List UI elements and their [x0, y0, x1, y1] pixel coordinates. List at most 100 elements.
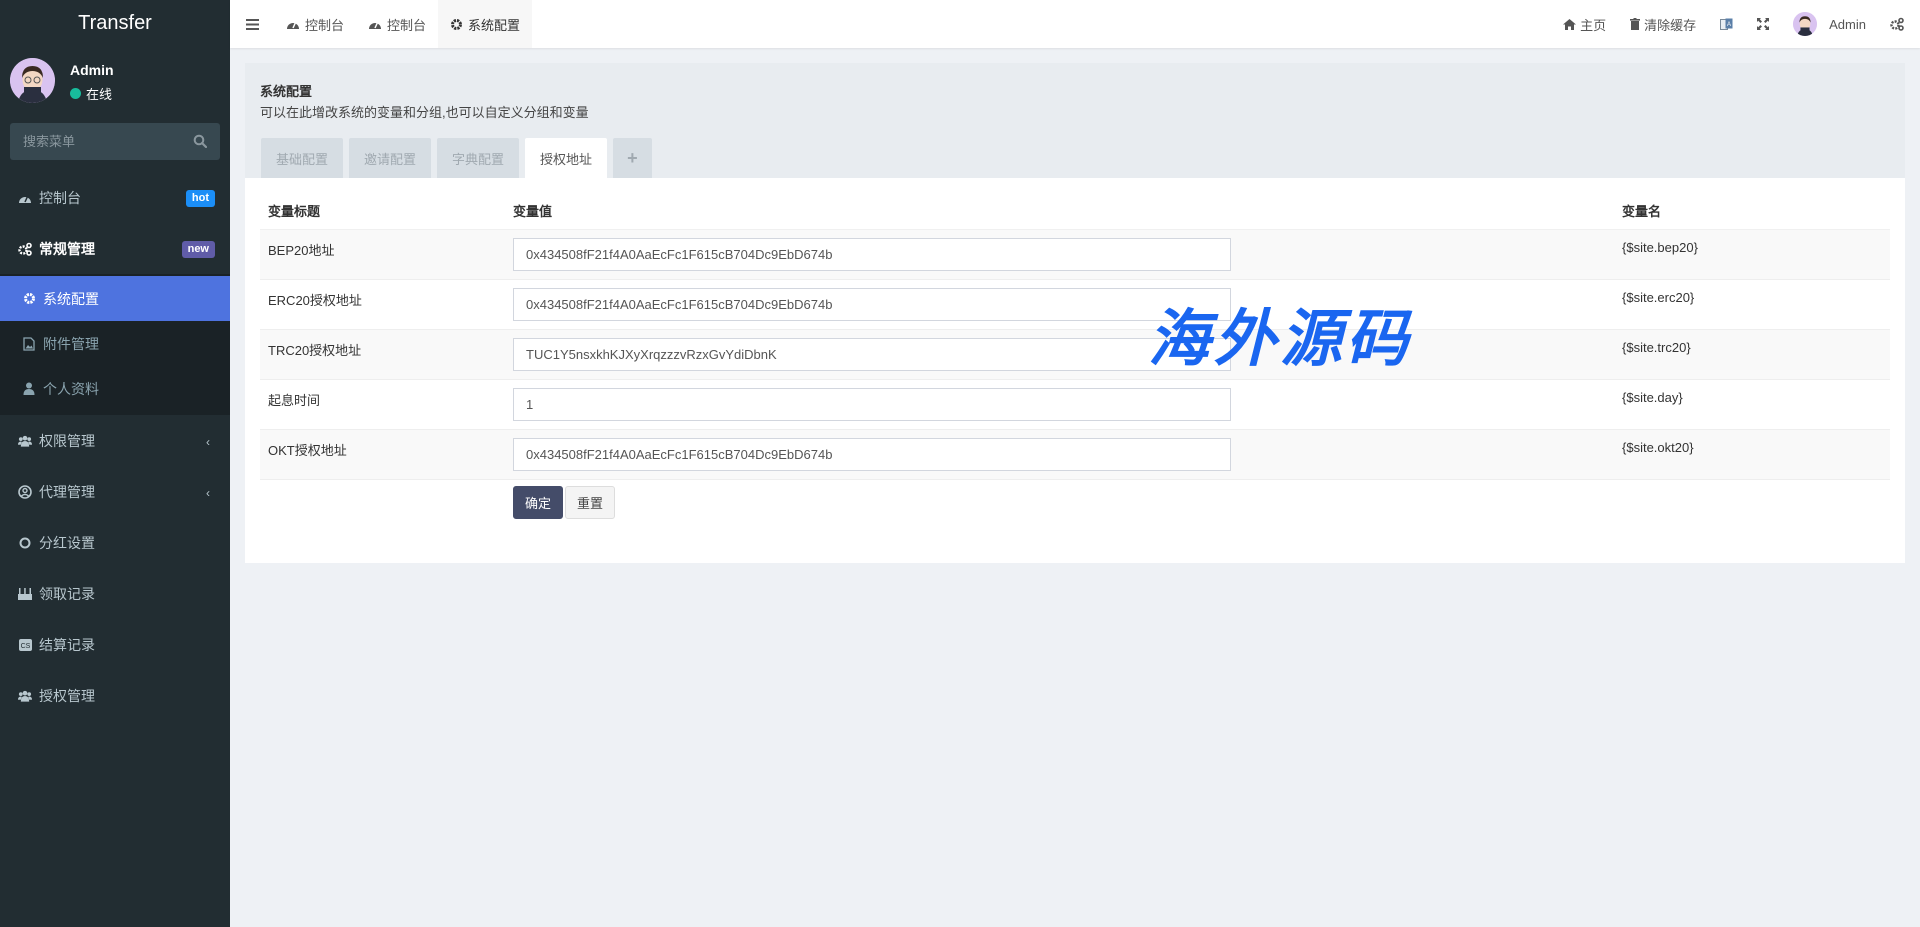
sidebar-item-label: 附件管理	[43, 335, 99, 352]
sidebar-toggle-button[interactable]	[230, 0, 274, 48]
sidebar-item-settlements[interactable]: CS 结算记录	[0, 619, 230, 670]
row-value-cell	[505, 428, 1614, 479]
row-title: TRC20授权地址	[260, 328, 505, 379]
config-tabs: 基础配置 邀请配置 字典配置 授权地址 +	[261, 138, 652, 178]
control-sidebar-button[interactable]	[1878, 0, 1920, 48]
tab-dictionary-config[interactable]: 字典配置	[437, 138, 520, 178]
status-label: 在线	[86, 87, 113, 102]
col-header-name: 变量名	[1614, 193, 1890, 230]
gear-icon	[451, 18, 463, 30]
user-icon	[22, 382, 36, 396]
clear-cache-button[interactable]: 清除缓存	[1618, 0, 1708, 48]
chevron-left-icon: ‹	[206, 486, 210, 500]
trash-icon	[1630, 18, 1641, 30]
css3-icon: CS	[18, 638, 32, 652]
sidebar-item-label: 领取记录	[39, 585, 95, 602]
tab-system-config[interactable]: 系统配置	[438, 0, 533, 48]
sidebar-item-dashboard[interactable]: 控制台 hot	[0, 172, 230, 223]
translate-icon: A	[1720, 18, 1733, 30]
okt-input[interactable]	[513, 437, 1231, 471]
user-status: 在线	[70, 84, 112, 103]
sidebar-item-permissions[interactable]: 权限管理 ‹	[0, 415, 230, 466]
new-badge: new	[181, 241, 215, 258]
sidebar-item-label: 控制台	[39, 189, 81, 206]
tab-invite-config[interactable]: 邀请配置	[349, 138, 432, 178]
tab-label: 控制台	[305, 17, 345, 33]
bep20-input[interactable]	[513, 237, 1231, 271]
tab-auth-address[interactable]: 授权地址	[525, 138, 608, 178]
sidebar-item-label: 个人资料	[43, 380, 99, 397]
sidebar-item-label: 结算记录	[39, 636, 95, 653]
sidebar-item-agents[interactable]: 代理管理 ‹	[0, 466, 230, 517]
fullscreen-button[interactable]	[1745, 0, 1781, 48]
home-link[interactable]: 主页	[1551, 0, 1618, 48]
home-label: 主页	[1580, 17, 1607, 33]
reset-button[interactable]: 重置	[565, 485, 616, 519]
sidebar-menu-rest: 权限管理 ‹ 代理管理 ‹ 分红设置 领取记录 CS 结算记录 授权管理	[0, 415, 230, 721]
row-value-cell	[505, 378, 1614, 429]
sidebar-item-authorization[interactable]: 授权管理	[0, 670, 230, 721]
dashboard-icon	[18, 191, 32, 205]
sidebar: Transfer Admin 在线 搜索菜单 控制台 hot 常规管理 new …	[0, 0, 230, 927]
sidebar-item-system-config[interactable]: 系统配置	[0, 276, 230, 321]
sidebar-item-profile[interactable]: 个人资料	[0, 366, 230, 411]
table-header-row: 变量标题 变量值 变量名	[260, 193, 1890, 230]
row-value-cell	[505, 328, 1614, 379]
header-right: 主页 清除缓存 A Admin	[1551, 0, 1920, 48]
dashboard-icon	[369, 22, 382, 29]
header-user-name: Admin	[1829, 16, 1866, 32]
dashboard-icon	[287, 22, 299, 29]
user-menu[interactable]: Admin	[1781, 0, 1878, 48]
config-table: 变量标题 变量值 变量名 BEP20地址 {$site.bep20} ERC20…	[260, 193, 1890, 529]
panel-description: 可以在此增改系统的变量和分组,也可以自定义分组和变量	[260, 105, 589, 120]
svg-text:A: A	[1727, 22, 1731, 28]
sidebar-item-label: 分红设置	[39, 534, 95, 551]
row-var-name: {$site.okt20}	[1614, 428, 1890, 479]
search-icon[interactable]	[193, 134, 207, 148]
submit-button[interactable]: 确定	[513, 485, 564, 519]
svg-text:CS: CS	[20, 643, 30, 650]
panel-title: 系统配置	[260, 84, 313, 99]
col-header-title: 变量标题	[260, 193, 505, 230]
menu-search	[10, 123, 220, 160]
user-panel: Admin 在线	[0, 48, 230, 113]
tab-dashboard-1[interactable]: 控制台	[274, 0, 356, 48]
interest-start-input[interactable]	[513, 387, 1231, 421]
gear-icon	[22, 292, 36, 306]
hot-badge: hot	[185, 190, 215, 207]
trc20-input[interactable]	[513, 337, 1231, 371]
erc20-input[interactable]	[513, 287, 1231, 321]
user-name: Admin	[70, 62, 114, 78]
submenu-general: 系统配置 附件管理 个人资料	[0, 274, 230, 415]
sidebar-item-general[interactable]: 常规管理 new	[0, 223, 230, 274]
form-actions-row: 确定 重置	[260, 478, 1890, 529]
top-header: 控制台 控制台 系统配置 主页 清除缓存 A Admin	[230, 0, 1920, 48]
tab-basic-config[interactable]: 基础配置	[261, 138, 344, 178]
row-value-cell	[505, 278, 1614, 329]
birthday-cake-icon	[18, 587, 32, 601]
row-title: OKT授权地址	[260, 428, 505, 479]
row-title: BEP20地址	[260, 228, 505, 279]
menu-search-input[interactable]	[10, 123, 220, 160]
online-dot-icon	[70, 88, 81, 99]
row-title: ERC20授权地址	[260, 278, 505, 329]
row-var-name: {$site.erc20}	[1614, 278, 1890, 329]
app-logo[interactable]: Transfer	[0, 0, 230, 48]
tab-dashboard-2[interactable]: 控制台	[356, 0, 438, 48]
sidebar-item-dividends[interactable]: 分红设置	[0, 517, 230, 568]
translate-button[interactable]: A	[1708, 0, 1745, 48]
sidebar-menu: 控制台 hot 常规管理 new	[0, 172, 230, 274]
table-row: OKT授权地址 {$site.okt20}	[260, 428, 1890, 479]
sidebar-item-claims[interactable]: 领取记录	[0, 568, 230, 619]
config-panel: 系统配置 可以在此增改系统的变量和分组,也可以自定义分组和变量 基础配置 邀请配…	[245, 63, 1905, 563]
sidebar-item-label: 授权管理	[39, 687, 95, 704]
table-row: 起息时间 {$site.day}	[260, 378, 1890, 429]
group-icon	[18, 434, 32, 448]
tab-label: 系统配置	[468, 17, 521, 33]
add-tab-button[interactable]: +	[613, 138, 652, 178]
panel-heading: 系统配置 可以在此增改系统的变量和分组,也可以自定义分组和变量 基础配置 邀请配…	[245, 63, 1905, 178]
sidebar-item-attachments[interactable]: 附件管理	[0, 321, 230, 366]
user-circle-icon	[18, 484, 32, 499]
hamburger-icon	[245, 18, 259, 30]
sidebar-item-label: 常规管理	[39, 240, 95, 257]
